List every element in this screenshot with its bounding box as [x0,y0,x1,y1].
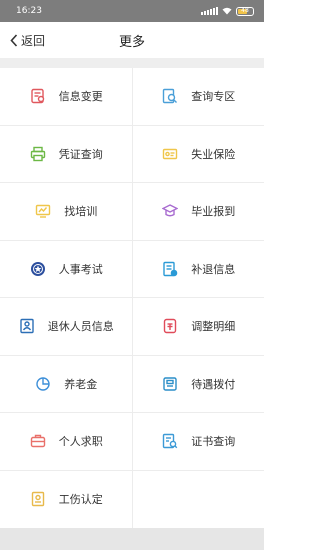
service-grid: 信息变更 查询专区 凭证查询 失业保险 找培训 毕业报到 人事考试 补退信息 退… [0,68,264,528]
pie-chart-icon [34,375,52,393]
profile-edit-icon [29,87,47,105]
grid-item-label: 毕业报到 [191,205,236,219]
grid-item-job-seeking[interactable]: 个人求职 [0,413,133,470]
grid-item-label: 证书查询 [191,435,236,449]
certificate-icon [161,432,179,450]
printer-icon [29,145,47,163]
grid-item-label: 调整明细 [191,320,236,334]
grid-row: 凭证查询 失业保险 [0,125,265,183]
empty-grid-cell [133,471,265,529]
grid-item-injury-identify[interactable]: 工伤认定 [0,470,133,528]
grid-item-graduate-register[interactable]: 毕业报到 [133,183,265,240]
grid-item-query-zone[interactable]: 查询专区 [133,68,265,125]
retiree-icon [18,317,36,335]
status-time: 16:23 [16,6,42,16]
grid-row: 养老金 待遇拨付 [0,355,265,413]
grid-item-voucher-query[interactable]: 凭证查询 [0,125,133,182]
grid-row: 退休人员信息 调整明细 [0,298,264,356]
grid-item-adjust-detail[interactable]: 调整明细 [133,298,265,355]
grid-item-label: 失业保险 [191,147,236,161]
grid-item-label: 查询专区 [191,90,236,104]
grid-item-label: 养老金 [64,377,98,391]
briefcase-icon [29,432,47,450]
grid-item-retiree-info[interactable]: 退休人员信息 [0,298,133,355]
refund-doc-icon [161,260,179,278]
grid-item-refund-info[interactable]: 补退信息 [133,241,265,298]
status-bar: 16:23 48 [0,0,264,22]
nav-bar: 返回 更多 [0,22,264,58]
grid-row: 工伤认定 [0,470,265,529]
status-icons: 48 [201,6,254,16]
grid-item-label: 退休人员信息 [47,320,114,334]
grid-item-label: 待遇拨付 [191,377,236,391]
grid-item-certificate-query[interactable]: 证书查询 [133,413,265,470]
bottom-band [0,528,264,550]
grid-item-label: 个人求职 [58,435,103,449]
signal-icon [201,7,218,15]
battery-level: 48 [241,7,249,14]
grid-item-label: 工伤认定 [58,493,103,507]
divider-band [0,58,264,68]
graduation-cap-icon [161,202,179,220]
back-button[interactable]: 返回 [0,32,45,49]
grid-item-pension[interactable]: 养老金 [0,355,133,412]
training-icon [34,202,52,220]
grid-row: 个人求职 证书查询 [0,413,264,471]
grid-row: 人事考试 补退信息 [0,240,265,298]
card-icon [161,145,179,163]
wifi-icon [222,7,232,15]
grid-item-find-training[interactable]: 找培训 [0,183,133,240]
grid-item-label: 找培训 [64,205,98,219]
chevron-left-icon [10,33,18,47]
grid-item-benefit-payment[interactable]: 待遇拨付 [133,356,265,413]
grid-item-label: 凭证查询 [58,147,103,161]
battery-icon: 48 [236,6,254,16]
grid-item-personnel-exam[interactable]: 人事考试 [0,240,133,297]
grid-item-label: 补退信息 [191,262,236,276]
search-doc-icon [161,87,179,105]
adjust-detail-icon [161,317,179,335]
emblem-icon [29,260,47,278]
grid-item-label: 人事考试 [58,262,103,276]
injury-doc-icon [29,490,47,508]
grid-row: 找培训 毕业报到 [0,183,264,241]
grid-item-info-change[interactable]: 信息变更 [0,68,133,125]
payment-icon [161,375,179,393]
grid-row: 信息变更 查询专区 [0,68,264,126]
back-label: 返回 [21,33,46,48]
grid-item-label: 信息变更 [58,90,103,104]
grid-item-unemployment-insurance[interactable]: 失业保险 [133,126,265,183]
